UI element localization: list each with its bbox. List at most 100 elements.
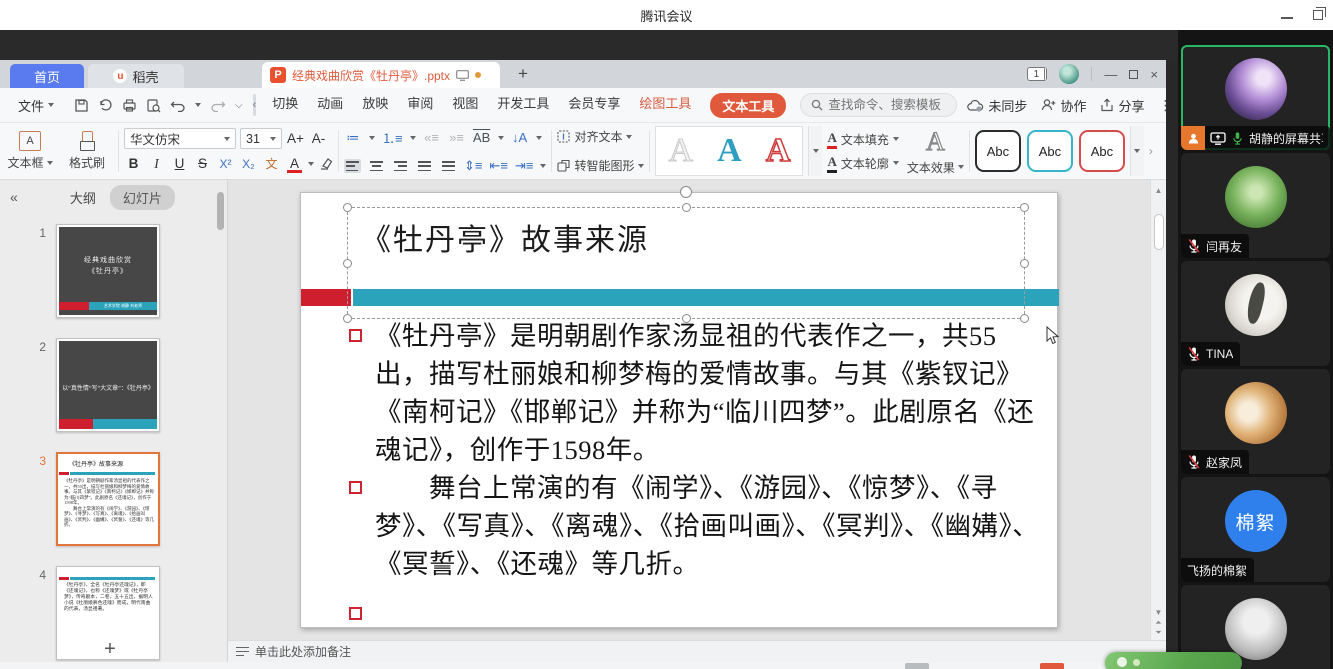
font-color-caret[interactable]	[308, 162, 314, 166]
ribbon-tab-review[interactable]: 审阅	[407, 93, 433, 118]
bullets-button[interactable]: ≔	[344, 130, 362, 146]
share-button[interactable]: 分享	[1100, 96, 1144, 115]
wordart-style-3[interactable]: A	[766, 132, 791, 170]
align-text-button[interactable]: 对齐文本	[557, 128, 644, 145]
para-spacing-before-button[interactable]: ⇤≡	[489, 158, 507, 174]
file-menu[interactable]: 文件	[18, 96, 54, 115]
statusbar-item[interactable]	[1040, 663, 1064, 669]
command-search[interactable]	[800, 93, 957, 117]
toolbar-expand-button[interactable]: ›	[1149, 126, 1153, 176]
more-menu-icon[interactable]: ⋮	[1158, 97, 1172, 114]
wordart-style-1[interactable]: A	[669, 132, 694, 170]
sidebar-collapse-button[interactable]: «	[10, 189, 18, 205]
ribbon-tab-transition[interactable]: 切换	[272, 93, 298, 118]
shape-style-cyan[interactable]: Abc	[1027, 130, 1073, 172]
scroll-down-arrow[interactable]: ▼	[1155, 609, 1163, 616]
strikethrough-button[interactable]: S	[193, 153, 212, 174]
export-icon[interactable]	[98, 98, 113, 113]
slide-canvas[interactable]: 《牡丹亭》故事来源	[228, 180, 1150, 640]
participant-tile[interactable]: TINA	[1181, 261, 1330, 366]
line-spacing-button[interactable]: ⇕≡	[464, 158, 482, 174]
next-slide-button[interactable]: ⏷	[1155, 629, 1161, 636]
handle-top-left[interactable]	[343, 203, 352, 212]
superscript-button[interactable]: X²	[216, 153, 235, 174]
ribbon-tab-slideshow[interactable]: 放映	[362, 93, 388, 118]
title-selection-box[interactable]	[347, 207, 1025, 319]
tab-outline[interactable]: 大纲	[70, 188, 96, 207]
participant-tile[interactable]: 闫再友	[1181, 153, 1330, 258]
numbering-button[interactable]: ⒈≡	[382, 128, 403, 147]
participant-tile[interactable]: 棉絮 飞扬的棉絮	[1181, 477, 1330, 582]
print-icon[interactable]	[122, 98, 137, 113]
ribbon-tab-member[interactable]: 会员专享	[568, 93, 620, 118]
justify-button[interactable]	[416, 159, 433, 173]
new-tab-button[interactable]: +	[518, 64, 528, 84]
minimize-icon[interactable]	[1281, 11, 1293, 19]
wps-maximize-icon[interactable]	[1129, 70, 1138, 79]
participant-tile-sharing[interactable]: 胡静的屏幕共享	[1181, 45, 1330, 150]
notes-bar[interactable]: 单击此处添加备注	[228, 640, 1166, 662]
scroll-up-arrow[interactable]: ▲	[1151, 186, 1166, 195]
scroll-tabs-left-button[interactable]: ‹	[253, 94, 257, 116]
scrollbar-thumb[interactable]	[1154, 214, 1164, 250]
participant-tile[interactable]: 赵家凤	[1181, 369, 1330, 474]
tab-home[interactable]: 首页	[10, 64, 84, 88]
underline-button[interactable]: U	[170, 153, 189, 174]
sync-status[interactable]: 未同步	[967, 96, 1027, 115]
previous-slide-button[interactable]: ⏶	[1155, 619, 1161, 626]
text-outline-button[interactable]: A文本轮廓	[827, 154, 898, 172]
slide-thumbnail-2[interactable]: 2 以“真性情”写“大文章”：《牡丹亭》	[0, 338, 220, 432]
ribbon-tab-view[interactable]: 视图	[452, 93, 478, 118]
wordart-gallery[interactable]: A A A	[655, 126, 803, 176]
ribbon-tab-draw-tools[interactable]: 绘图工具	[639, 93, 691, 118]
undo-caret[interactable]	[195, 103, 201, 107]
font-size-select[interactable]: 31	[240, 128, 282, 149]
align-right-button[interactable]	[392, 159, 409, 173]
shape-style-more[interactable]	[1130, 126, 1144, 176]
handle-top-center[interactable]	[682, 203, 691, 212]
align-center-button[interactable]	[368, 159, 385, 173]
increase-font-button[interactable]: A+	[286, 128, 305, 149]
rotate-handle[interactable]	[680, 186, 692, 198]
statusbar-item[interactable]	[905, 663, 929, 669]
font-color-button[interactable]: A	[285, 153, 304, 174]
vertical-scrollbar[interactable]: ▲ ▼ ⏶ ⏷	[1150, 180, 1166, 640]
decrease-font-button[interactable]: A-	[309, 128, 328, 149]
text-effects-button[interactable]: A 文本效果	[907, 127, 964, 176]
slide-page[interactable]: 《牡丹亭》故事来源	[300, 192, 1058, 628]
print-preview-icon[interactable]	[146, 98, 161, 113]
window-list-badge[interactable]: 1	[1027, 67, 1047, 81]
save-icon[interactable]	[74, 98, 89, 113]
tab-slides[interactable]: 幻灯片	[110, 185, 175, 210]
convert-smart-graphic-button[interactable]: 转智能图形	[557, 157, 644, 174]
collapse-qat-icon[interactable]: ⌵	[235, 100, 243, 111]
add-slide-button[interactable]: +	[0, 638, 220, 661]
slide-body[interactable]: 《牡丹亭》是明朝剧作家汤显祖的代表作之一，共55出，描写杜丽娘和柳梦梅的爱情故事…	[337, 317, 1049, 620]
subscript-button[interactable]: X₂	[239, 153, 258, 174]
wordart-style-2[interactable]: A	[717, 132, 742, 170]
search-input[interactable]	[828, 98, 946, 112]
ribbon-tab-animation[interactable]: 动画	[317, 93, 343, 118]
slide-thumbnail-3[interactable]: 3 《牡丹亭》故事来源 《牡丹亭》是明朝剧作家汤显祖的代表作之一，共55出，描写…	[0, 452, 220, 546]
para-spacing-after-button[interactable]: ⇥≡	[515, 158, 533, 174]
wordart-gallery-more[interactable]	[808, 126, 822, 176]
ribbon-tab-text-tools[interactable]: 文本工具	[710, 93, 786, 118]
text-direction-button[interactable]: ↓A	[511, 130, 529, 145]
text-fill-button[interactable]: A文本填充	[827, 130, 898, 148]
textbox-button[interactable]: A 文本框	[4, 126, 56, 176]
character-spacing-button[interactable]: AB	[473, 130, 491, 145]
handle-mid-right[interactable]	[1020, 259, 1029, 268]
wps-account-avatar[interactable]	[1059, 64, 1079, 84]
ribbon-tab-developer[interactable]: 开发工具	[497, 93, 549, 118]
redo-icon[interactable]	[210, 98, 226, 112]
align-left-button[interactable]	[344, 159, 361, 173]
format-painter-button[interactable]: 格式刷	[61, 126, 113, 176]
tab-document[interactable]: P 经典戏曲欣赏《牡丹亭》.pptx	[262, 62, 500, 88]
distribute-button[interactable]	[440, 159, 457, 173]
slide-thumbnail-1[interactable]: 1 经典戏曲欣赏《牡丹亭》 艺术学院 胡静 刘老师	[0, 224, 220, 318]
bold-button[interactable]: B	[124, 153, 143, 174]
shape-style-black[interactable]: Abc	[975, 130, 1021, 172]
clear-format-icon[interactable]	[318, 157, 333, 170]
restore-icon[interactable]	[1313, 10, 1323, 20]
wps-minimize-icon[interactable]: —	[1104, 67, 1117, 82]
